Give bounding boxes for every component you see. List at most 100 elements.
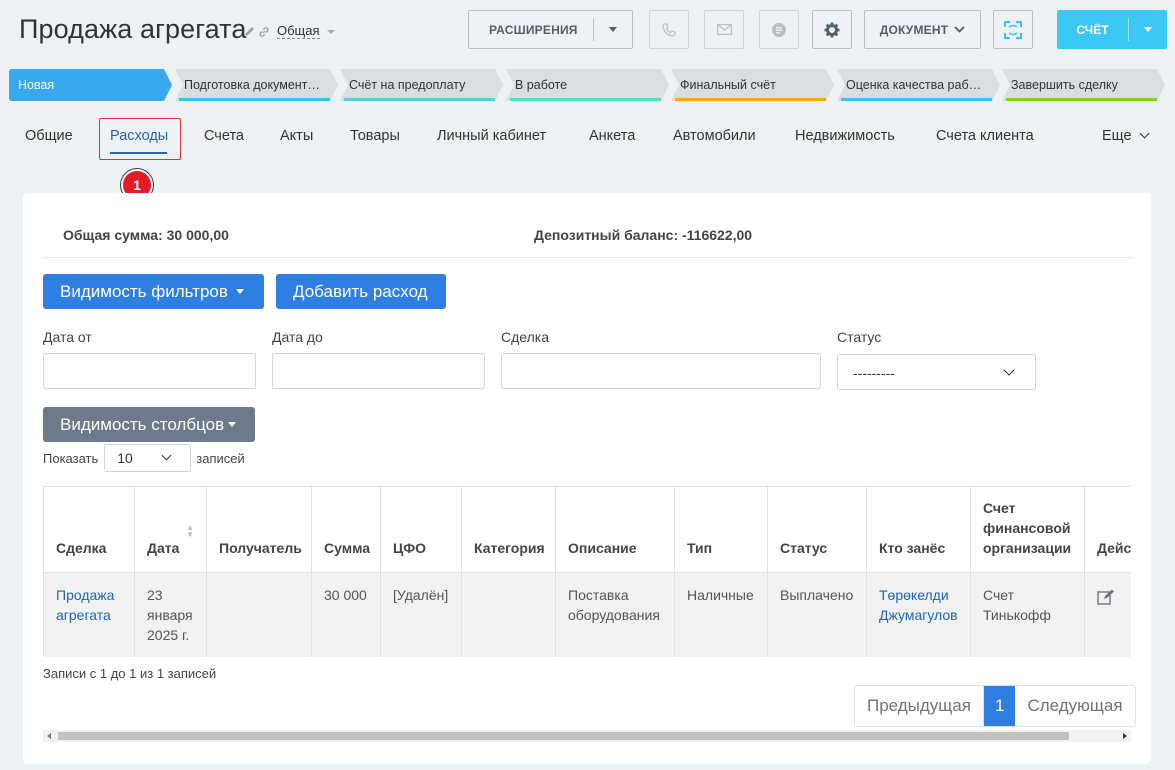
expenses-table: Сделка Дата ▲ ▼ Получатель Сумма ЦФО Катег… — [43, 486, 1131, 657]
chat-button[interactable] — [759, 10, 799, 49]
tab-invoices[interactable]: Счета — [204, 128, 244, 144]
stage-label: Завершить сделку — [1011, 78, 1118, 92]
column-header-deal[interactable]: Сделка — [43, 486, 135, 573]
expenses-card: Общая сумма: 30 000,00 Депозитный баланс… — [23, 193, 1151, 764]
cell-date: 23 января 2025 г. — [134, 572, 207, 657]
page-length-select[interactable]: 10 — [104, 444, 192, 472]
status-label: Статус — [837, 329, 882, 345]
column-header-author[interactable]: Кто занёс — [866, 486, 971, 573]
email-button[interactable] — [704, 10, 744, 49]
cell-type: Наличные — [674, 572, 768, 657]
mail-icon — [716, 24, 732, 35]
add-expense-label: Добавить расход — [293, 281, 428, 301]
add-expense-button[interactable]: Добавить расход — [276, 274, 446, 309]
stage-6[interactable]: Оценка качества раб… — [837, 69, 1000, 101]
tab-real-estate[interactable]: Недвижимость — [795, 128, 895, 144]
chat-icon — [772, 22, 786, 37]
tab-personal-account[interactable]: Личный кабинет — [437, 128, 546, 144]
title-tools: Общая — [244, 24, 335, 39]
stage-4[interactable]: В работе — [506, 69, 669, 101]
tab-questionnaire[interactable]: Анкета — [589, 128, 635, 144]
tab-general[interactable]: Общие — [25, 128, 73, 144]
extensions-dropdown-icon[interactable] — [594, 27, 632, 32]
divider — [43, 257, 1133, 258]
extensions-button[interactable]: РАСШИРЕНИЯ — [468, 10, 633, 49]
scan-button[interactable] — [993, 10, 1033, 49]
tab-acts[interactable]: Акты — [280, 128, 313, 144]
stage-label: Подготовка документ… — [184, 78, 320, 92]
document-button[interactable]: ДОКУМЕНТ — [864, 10, 981, 49]
scroll-left-icon[interactable] — [47, 733, 51, 739]
columns-visibility-button[interactable]: Видимость столбцов — [43, 407, 255, 442]
cell-category — [461, 572, 556, 657]
table-header-row: Сделка Дата ▲ ▼ Получатель Сумма ЦФО Катег… — [43, 486, 1131, 573]
scroll-right-icon[interactable] — [1123, 733, 1127, 739]
tab-cars[interactable]: Автомобили — [673, 128, 756, 144]
cell-status: Выплачено — [767, 572, 867, 657]
caret-down-icon — [228, 422, 237, 427]
deal-input[interactable] — [501, 353, 821, 389]
settings-button[interactable] — [812, 10, 852, 49]
cell-actions — [1084, 572, 1131, 657]
columns-visibility-label: Видимость столбцов — [60, 414, 225, 434]
deal-stage-bar: Новая Подготовка документ… Счёт на предопл… — [9, 69, 1165, 101]
status-select[interactable]: --------- — [837, 354, 1036, 390]
cell-account: Счет Тинькофф — [970, 572, 1085, 657]
stage-7[interactable]: Завершить сделку — [1002, 69, 1165, 101]
date-to-input[interactable] — [272, 353, 485, 389]
date-from-input[interactable] — [43, 353, 256, 389]
extensions-label: РАСШИРЕНИЯ — [489, 22, 578, 37]
deposit-balance: Депозитный баланс: -116622,00 — [534, 227, 753, 243]
tab-products[interactable]: Товары — [350, 128, 400, 144]
chevron-down-icon — [954, 26, 965, 33]
phone-icon — [662, 22, 676, 37]
column-header-status[interactable]: Статус — [767, 486, 867, 573]
column-header-amount[interactable]: Сумма — [311, 486, 381, 573]
invoice-dropdown-icon[interactable] — [1129, 27, 1167, 32]
column-header-type[interactable]: Тип — [674, 486, 768, 573]
filters-visibility-button[interactable]: Видимость фильтров — [43, 274, 264, 309]
column-header-actions: Действия — [1084, 486, 1131, 573]
stage-label: Финальный счёт — [680, 78, 776, 92]
chevron-down-icon — [1139, 128, 1149, 139]
link-icon[interactable] — [258, 26, 270, 38]
stage-3[interactable]: Счёт на предоплату — [340, 69, 503, 101]
chevron-down-icon — [1003, 364, 1015, 376]
deal-label: Сделка — [501, 329, 549, 345]
date-from-label: Дата от — [43, 329, 92, 345]
edit-icon[interactable] — [1097, 589, 1115, 610]
call-button[interactable] — [649, 10, 689, 49]
show-label: Показать — [43, 450, 99, 466]
cell-cfo: [Удалён] — [380, 572, 462, 657]
scrollbar-thumb[interactable] — [58, 732, 1069, 740]
table-info: Записи с 1 до 1 из 1 записей — [43, 666, 217, 681]
pagination-page-1[interactable]: 1 — [983, 686, 1016, 726]
tab-more[interactable]: Еще — [1102, 128, 1149, 144]
tab-client-accounts[interactable]: Счета клиента — [936, 128, 1034, 144]
sort-icon: ▲ ▼ — [186, 523, 194, 539]
column-header-date[interactable]: Дата ▲ ▼ — [134, 486, 207, 573]
stage-2[interactable]: Подготовка документ… — [175, 69, 338, 101]
category-selector[interactable]: Общая — [277, 24, 320, 39]
stage-label: Оценка качества раб… — [846, 78, 982, 92]
column-header-account[interactable]: Счет финансовой организации — [970, 486, 1085, 573]
expenses-table-wrapper: Сделка Дата ▲ ▼ Получатель Сумма ЦФО Катег… — [43, 486, 1131, 657]
stage-1[interactable]: Новая — [9, 69, 172, 101]
pagination-next[interactable]: Следующая — [1015, 686, 1134, 726]
cell-deal-link[interactable]: Продажа агрегата — [43, 572, 135, 657]
invoice-button[interactable]: СЧЁТ — [1057, 10, 1167, 49]
stage-label: Счёт на предоплату — [349, 78, 466, 92]
column-header-description[interactable]: Описание — [555, 486, 675, 573]
caret-down-icon — [235, 289, 244, 294]
edit-pencil-icon[interactable] — [244, 26, 255, 37]
stage-5[interactable]: Финальный счёт — [671, 69, 834, 101]
horizontal-scrollbar[interactable] — [43, 730, 1131, 742]
page-length-control: Показать 10 записей — [43, 444, 245, 472]
pagination-previous[interactable]: Предыдущая — [855, 686, 984, 726]
column-header-cfo[interactable]: ЦФО — [380, 486, 462, 573]
column-header-category[interactable]: Категория — [461, 486, 556, 573]
cell-author-link[interactable]: Төрөкелди Джумагулов — [866, 572, 971, 657]
column-header-recipient[interactable]: Получатель — [206, 486, 312, 573]
pagination: Предыдущая 1 Следующая — [854, 685, 1136, 727]
page-length-value: 10 — [117, 450, 133, 466]
